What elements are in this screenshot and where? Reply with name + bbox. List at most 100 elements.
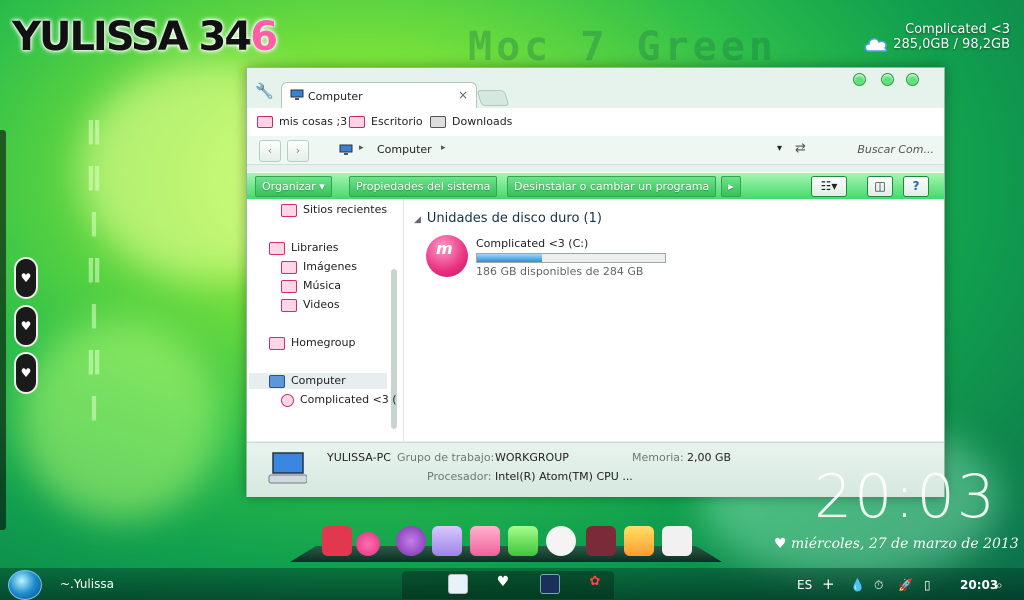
memory-label: Memoria: [632, 451, 684, 464]
favorite-item[interactable]: mis cosas ;3 [257, 115, 347, 128]
mouse-icon[interactable] [662, 526, 692, 556]
forward-button[interactable]: › [287, 140, 309, 162]
favorite-item[interactable]: Escritorio [349, 115, 423, 128]
language-indicator[interactable]: ES [797, 578, 812, 592]
cpu-label: Procesador: [427, 470, 492, 483]
uninstall-program-button[interactable]: Desinstalar o cambiar un programa [507, 176, 717, 197]
heart-icon[interactable]: ♥ [14, 352, 38, 394]
drive-gadget-sizes: 285,0GB / 98,2GB [893, 37, 1010, 52]
workgroup-value: WORKGROUP [495, 451, 569, 464]
sidebar-edge [0, 130, 6, 530]
gift-icon[interactable] [322, 526, 352, 556]
favorite-item[interactable]: Downloads [430, 115, 512, 128]
close-tab-icon[interactable]: × [458, 88, 468, 102]
folder-icon [349, 116, 365, 128]
app-icon[interactable]: ✿ [586, 574, 604, 592]
folder-icon[interactable] [624, 526, 654, 556]
sidebar-item-libraries[interactable]: Libraries [269, 241, 339, 255]
heart-icon[interactable]: ♥ [14, 305, 38, 347]
breadcrumb-separator: ▸ [359, 143, 364, 153]
taskbar-user[interactable]: ~.Yulissa [60, 577, 114, 591]
memory-value: 2,00 GB [687, 451, 732, 464]
taskbar-clock[interactable]: 20:03 [960, 578, 998, 592]
rocket-icon[interactable]: 🚀 [898, 578, 913, 592]
back-button[interactable]: ‹ [259, 140, 281, 162]
pc-name: YULISSA-PC [327, 451, 391, 464]
computer-icon [268, 452, 307, 484]
app-icon[interactable] [508, 526, 538, 556]
sidebar-item-recent[interactable]: Sitios recientes [281, 203, 387, 217]
heart-icon[interactable]: ♥ [494, 574, 512, 592]
refresh-icon[interactable]: ⇄ [795, 141, 806, 156]
tab-bar: 🔧 Computer × [247, 68, 944, 109]
homegroup-icon [269, 336, 285, 350]
computer-icon [339, 144, 353, 155]
cloud-icon [864, 38, 888, 52]
battery-icon[interactable]: ▯ [924, 578, 931, 592]
recent-places-icon [281, 203, 297, 217]
computer-icon [290, 89, 304, 100]
drive-usage-fill [477, 254, 542, 262]
tab-label: Computer [308, 90, 363, 103]
organize-button[interactable]: Organizar ▾ [255, 176, 332, 197]
folder-icon [430, 116, 446, 128]
plus-icon[interactable]: + [822, 575, 835, 593]
wrench-icon[interactable]: 🔧 [255, 82, 274, 100]
drive-icon: m [426, 235, 468, 277]
dropdown-arrow-icon[interactable]: ▾ [777, 143, 782, 154]
tab-computer[interactable]: Computer × [281, 82, 477, 109]
drive-free-space: 186 GB disponibles de 284 GB [476, 265, 644, 278]
more-commands-button[interactable]: ▸ [721, 176, 741, 197]
sidebar-item-images[interactable]: Imágenes [281, 260, 357, 274]
help-icon[interactable]: ? [903, 176, 929, 197]
dock [290, 526, 722, 562]
content-pane: ◢ Unidades de disco duro (1) m Complicate… [404, 199, 944, 441]
popsicle-icon[interactable] [470, 526, 500, 556]
photo-icon[interactable] [586, 526, 616, 556]
computer-icon[interactable] [448, 574, 468, 594]
new-tab-button[interactable] [476, 90, 510, 106]
explorer-window: 🔧 Computer × mis cosas ;3 Escritorio Dow… [246, 67, 945, 497]
cpu-value: Intel(R) Atom(TM) CPU ... [495, 470, 633, 483]
computer-icon [269, 374, 285, 388]
sidebar-item-drive[interactable]: Complicated <3 ( [281, 393, 397, 407]
monster-icon[interactable] [396, 526, 426, 556]
photoshop-icon[interactable] [540, 574, 560, 594]
drive-name: Complicated <3 (C:) [476, 237, 589, 250]
drop-icon[interactable]: 💧 [850, 578, 865, 592]
maximize-button[interactable] [881, 73, 894, 86]
address-path[interactable]: Computer [377, 143, 432, 156]
workgroup-label: Grupo de trabajo: [397, 451, 495, 464]
search-input[interactable]: Buscar Com... [857, 143, 934, 156]
taskbar-apps: ♥ ✿ [402, 571, 614, 599]
clock-icon[interactable]: ⏱ [874, 578, 883, 593]
theme-watermark: Moc 7 Green [468, 24, 777, 70]
close-button[interactable] [906, 73, 919, 86]
system-properties-button[interactable]: Propiedades del sistema [349, 176, 498, 197]
drive-gadget-name: Complicated <3 [905, 22, 1010, 37]
search-icon[interactable]: ⌕ [996, 578, 1003, 593]
folder-icon [269, 241, 285, 255]
command-bar: Organizar ▾ Propiedades del sistema Desi… [247, 172, 944, 200]
heart-icon[interactable]: ♥ [14, 257, 38, 299]
group-header[interactable]: ◢ Unidades de disco duro (1) [414, 211, 602, 226]
drive-icon [281, 393, 294, 407]
cat-icon[interactable] [546, 526, 576, 556]
navigation-pane: Sitios recientes Libraries Imágenes Músi… [247, 199, 404, 441]
video-icon [281, 298, 297, 312]
preview-pane-icon[interactable]: ◫ [867, 176, 893, 197]
desktop-date: ♥ miércoles, 27 de marzo de 2013 [774, 536, 1019, 552]
desktop-logo: YULISSA 346 [12, 14, 278, 60]
collapse-arrow-icon: ◢ [414, 215, 421, 225]
finder-icon[interactable] [432, 526, 462, 556]
sidebar-item-computer[interactable]: Computer [269, 374, 346, 388]
candy-icon[interactable] [356, 532, 380, 556]
sidebar-item-videos[interactable]: Videos [281, 298, 340, 312]
vertical-watermark: ⅡⅡⅠⅡⅠⅡⅠ [86, 114, 102, 428]
minimize-button[interactable] [853, 73, 866, 86]
start-button[interactable] [8, 570, 42, 600]
view-options-icon[interactable]: ☷▾ [811, 176, 847, 197]
folder-icon [257, 116, 273, 128]
sidebar-item-homegroup[interactable]: Homegroup [269, 336, 355, 350]
sidebar-item-music[interactable]: Música [281, 279, 341, 293]
